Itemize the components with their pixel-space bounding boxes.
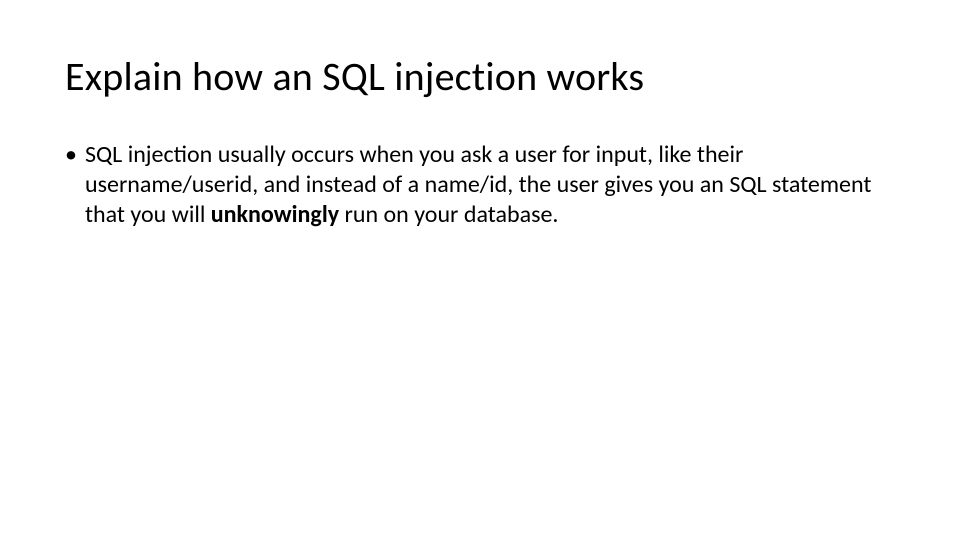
bullet-text-post: run on your database.	[339, 200, 558, 229]
bullet-item: • SQL injection usually occurs when you …	[65, 140, 895, 230]
bullet-text-bold: unknowingly	[211, 200, 339, 229]
bullet-text: SQL injection usually occurs when you as…	[85, 140, 895, 230]
slide-body: • SQL injection usually occurs when you …	[65, 140, 895, 230]
slide: Explain how an SQL injection works • SQL…	[0, 0, 960, 540]
bullet-marker-icon: •	[65, 140, 85, 170]
slide-title: Explain how an SQL injection works	[65, 52, 644, 101]
